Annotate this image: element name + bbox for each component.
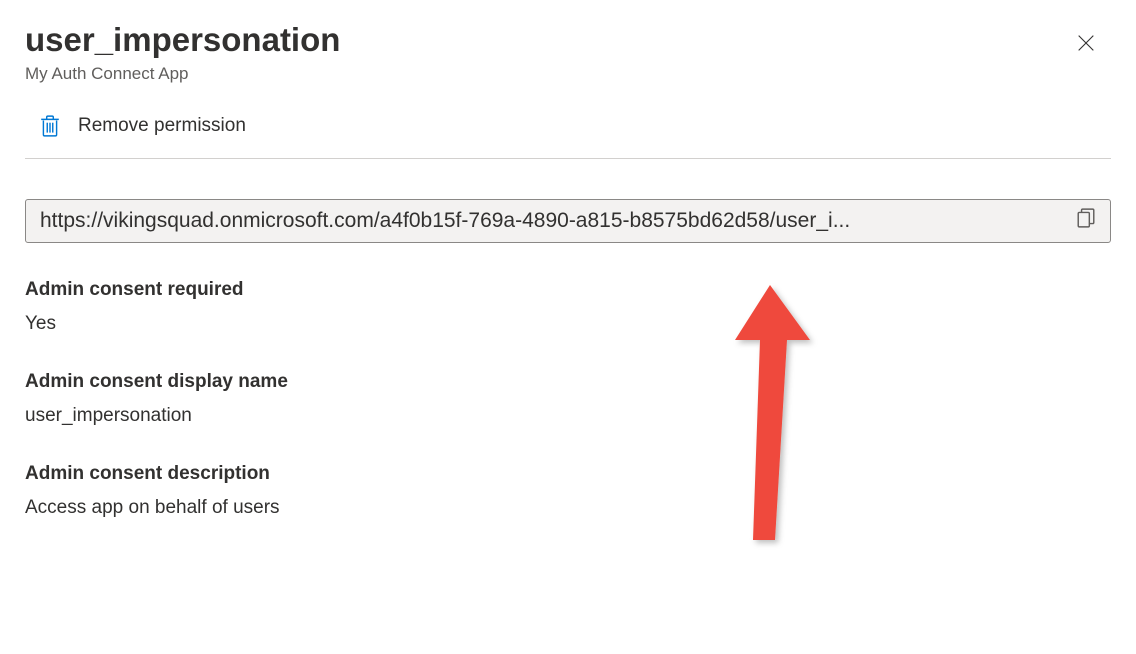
page-title: user_impersonation [25,20,340,60]
trash-icon [40,114,60,138]
admin-consent-display-name-label: Admin consent display name [25,371,1111,393]
remove-permission-button[interactable]: Remove permission [25,114,1111,138]
copy-icon [1077,208,1095,233]
admin-consent-description-value: Access app on behalf of users [25,497,1111,519]
admin-consent-required-value: Yes [25,313,1111,335]
admin-consent-description-label: Admin consent description [25,463,1111,485]
close-icon [1075,41,1097,58]
remove-permission-label: Remove permission [78,115,246,137]
divider [25,158,1111,159]
admin-consent-display-name-value: user_impersonation [25,405,1111,427]
copy-button[interactable] [1076,210,1096,232]
admin-consent-required-label: Admin consent required [25,279,1111,301]
page-subtitle: My Auth Connect App [25,64,340,84]
permission-url-text: https://vikingsquad.onmicrosoft.com/a4f0… [40,209,1066,233]
close-button[interactable] [1071,28,1101,63]
permission-url-box: https://vikingsquad.onmicrosoft.com/a4f0… [25,199,1111,243]
